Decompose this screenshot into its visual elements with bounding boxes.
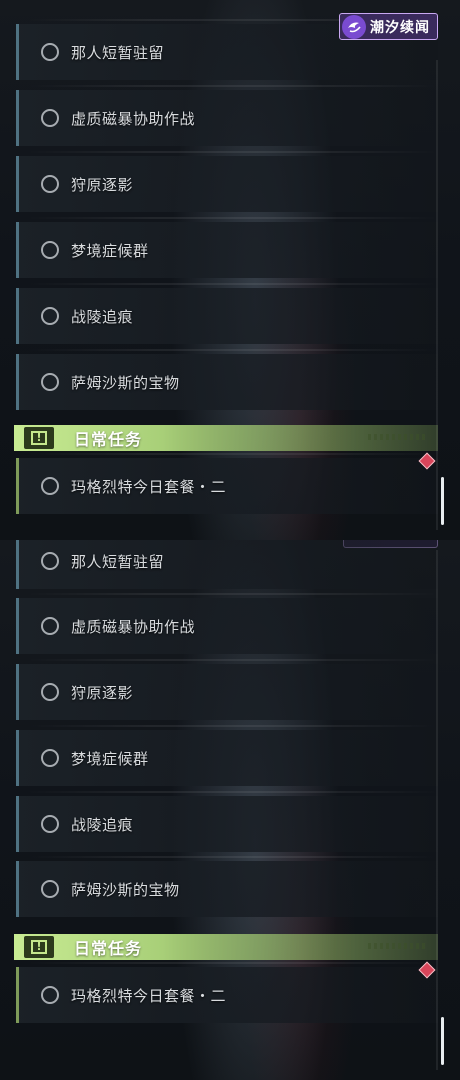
tidal-logo-icon (342, 14, 366, 39)
radio-icon[interactable] (41, 552, 59, 570)
quest-label: 虚质磁暴协助作战 (71, 109, 196, 128)
quest-label: 战陵追痕 (71, 307, 134, 326)
quest-item[interactable]: 狩原逐影 (16, 659, 438, 720)
radio-icon[interactable] (41, 373, 59, 391)
quest-panel-top: 那人短暂驻留 虚质磁暴协助作战 狩原逐影 梦境症候群 战陵追痕 萨姆沙斯的宝物 … (0, 0, 460, 540)
quest-item[interactable]: 萨姆沙斯的宝物 (16, 856, 438, 917)
radio-icon[interactable] (41, 683, 59, 701)
quest-item[interactable]: 萨姆沙斯的宝物 (16, 349, 438, 410)
radio-icon[interactable] (41, 617, 59, 635)
quest-label: 那人短暂驻留 (71, 43, 165, 62)
quest-item[interactable]: 虚质磁暴协助作战 (16, 593, 438, 654)
section-title: 日常任务 (74, 430, 143, 449)
scroll-track[interactable] (436, 60, 438, 530)
logo-text: 潮汐续闻 (370, 19, 430, 36)
exclamation-box-icon: ! (24, 427, 54, 449)
header-decoration (368, 943, 428, 949)
radio-icon[interactable] (41, 307, 59, 325)
quest-panel-bottom: 那人短暂驻留 虚质磁暴协助作战 狩原逐影 梦境症候群 战陵追痕 萨姆沙斯的宝物 … (0, 540, 460, 1080)
quest-item[interactable]: 梦境症候群 (16, 217, 438, 278)
radio-icon[interactable] (41, 241, 59, 259)
section-title: 日常任务 (74, 939, 143, 958)
quest-item[interactable]: 战陵追痕 (16, 791, 438, 852)
quest-item[interactable]: 那人短暂驻留 (16, 540, 438, 589)
radio-icon[interactable] (41, 43, 59, 61)
quest-label: 战陵追痕 (71, 815, 134, 834)
daily-section-header[interactable]: ! 日常任务 (14, 425, 438, 451)
quest-label: 狩原逐影 (71, 175, 134, 194)
scrollbar-thumb[interactable] (441, 477, 444, 525)
quest-label: 梦境症候群 (71, 241, 149, 260)
quest-label: 那人短暂驻留 (71, 552, 165, 571)
radio-icon[interactable] (41, 815, 59, 833)
quest-label: 萨姆沙斯的宝物 (71, 373, 180, 392)
scroll-track[interactable] (436, 550, 438, 1070)
radio-icon[interactable] (41, 109, 59, 127)
radio-icon[interactable] (41, 749, 59, 767)
quest-item[interactable]: 梦境症候群 (16, 725, 438, 786)
radio-icon[interactable] (41, 477, 59, 495)
daily-quest-item[interactable]: 玛格烈特今日套餐・二 (16, 962, 438, 1023)
exclamation-box-icon: ! (24, 936, 54, 958)
radio-icon[interactable] (41, 175, 59, 193)
scrollbar-thumb[interactable] (441, 1017, 444, 1065)
daily-quest-item[interactable]: 玛格烈特今日套餐・二 (16, 453, 438, 514)
quest-label: 萨姆沙斯的宝物 (71, 880, 180, 899)
quest-item[interactable]: 狩原逐影 (16, 151, 438, 212)
quest-item[interactable]: 虚质磁暴协助作战 (16, 85, 438, 146)
radio-icon[interactable] (41, 880, 59, 898)
header-decoration (368, 434, 428, 440)
quest-label: 梦境症候群 (71, 749, 149, 768)
quest-label: 玛格烈特今日套餐・二 (71, 477, 227, 496)
game-logo: 潮汐续闻 (339, 13, 438, 40)
daily-section-header[interactable]: ! 日常任务 (14, 934, 438, 960)
quest-label: 狩原逐影 (71, 683, 134, 702)
quest-label: 玛格烈特今日套餐・二 (71, 986, 227, 1005)
radio-icon[interactable] (41, 986, 59, 1004)
quest-item[interactable]: 战陵追痕 (16, 283, 438, 344)
quest-label: 虚质磁暴协助作战 (71, 617, 196, 636)
